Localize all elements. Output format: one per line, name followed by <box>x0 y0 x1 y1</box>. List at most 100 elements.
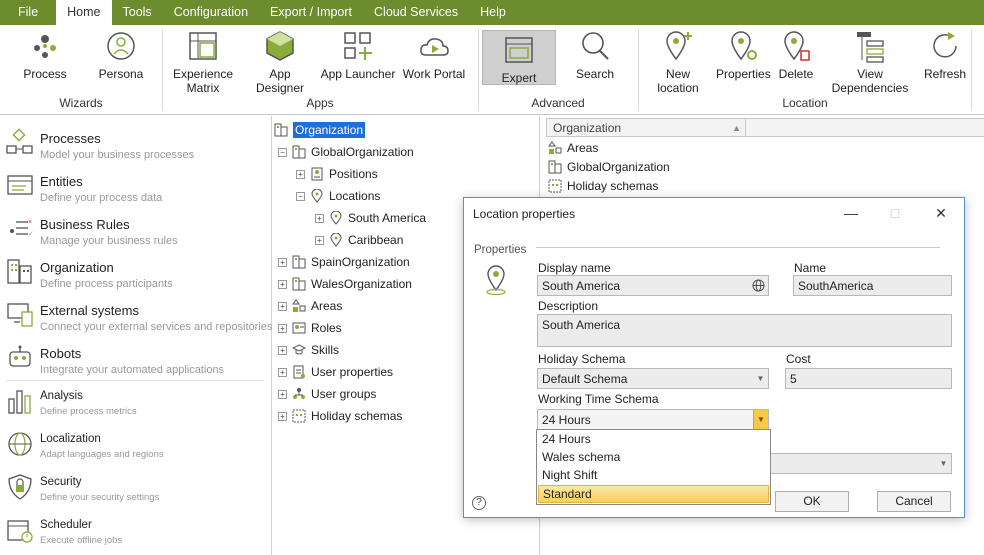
areas-icon <box>292 299 306 312</box>
menu-file[interactable]: File <box>0 0 56 25</box>
building-icon <box>292 145 306 159</box>
tree-node-areas[interactable]: + Areas <box>278 296 342 316</box>
name-field[interactable]: SouthAmerica <box>793 275 952 296</box>
menu-cloud-services[interactable]: Cloud Services <box>363 0 469 25</box>
delete-button[interactable]: Delete <box>776 29 816 81</box>
positions-icon <box>311 167 323 181</box>
ok-button[interactable]: OK <box>775 491 849 512</box>
graduation-cap-icon <box>292 344 306 355</box>
search-button[interactable]: Search <box>568 29 622 81</box>
nav-entities[interactable]: Entities Define your process data <box>0 164 272 207</box>
work-portal-button[interactable]: Work Portal <box>402 29 466 81</box>
ribbon-separator <box>971 29 972 111</box>
tree-node-locations[interactable]: − Locations <box>296 186 380 206</box>
view-dependencies-button[interactable]: View Dependencies <box>820 29 920 95</box>
expand-icon[interactable]: + <box>278 323 287 333</box>
tree-node-user-groups[interactable]: + User groups <box>278 384 376 404</box>
nav-robots[interactable]: Robots Integrate your automated applicat… <box>0 336 272 379</box>
menu-tools[interactable]: Tools <box>112 0 163 25</box>
menu-home[interactable]: Home <box>56 0 112 25</box>
new-location-button[interactable]: New location <box>644 29 712 95</box>
process-button[interactable]: Process <box>20 29 70 81</box>
tree-node-south-america[interactable]: + South America <box>315 208 426 228</box>
expand-icon[interactable]: + <box>278 389 287 399</box>
globe-icon[interactable] <box>752 279 765 292</box>
hidden-select-field[interactable]: ▼ <box>770 453 952 474</box>
calendar-grid-icon <box>292 409 306 423</box>
section-divider <box>536 247 940 248</box>
expand-icon[interactable]: + <box>278 301 287 311</box>
dropdown-option[interactable]: 24 Hours <box>538 431 769 449</box>
list-item[interactable]: GlobalOrganization <box>548 157 670 176</box>
expert-button[interactable]: Expert <box>482 30 556 85</box>
nav-scheduler[interactable]: Scheduler Execute offline jobs <box>0 509 272 552</box>
expand-icon[interactable]: + <box>278 257 287 267</box>
organization-icon <box>7 259 32 284</box>
close-icon[interactable]: ✕ <box>926 202 956 224</box>
holiday-schema-select[interactable]: Default Schema ▼ <box>537 368 769 389</box>
nav-business-rules[interactable]: × ✓ Business Rules Manage your business r… <box>0 207 272 250</box>
minimize-icon[interactable]: — <box>836 202 866 224</box>
collapse-icon[interactable]: − <box>278 147 287 157</box>
cost-field[interactable]: 5 <box>785 368 952 389</box>
working-time-schema-select[interactable]: 24 Hours ▼ <box>537 409 769 430</box>
cost-label: Cost <box>786 352 811 366</box>
roles-icon <box>292 322 306 334</box>
tree-node-spain-organization[interactable]: + SpainOrganization <box>278 252 410 272</box>
menu-configuration[interactable]: Configuration <box>163 0 259 25</box>
building-icon <box>292 277 306 291</box>
description-field[interactable]: South America <box>537 314 952 347</box>
dropdown-option[interactable]: Wales schema <box>538 449 769 467</box>
expand-icon[interactable]: + <box>296 169 305 179</box>
persona-button[interactable]: Persona <box>96 29 146 81</box>
dropdown-option-highlighted[interactable]: Standard <box>538 485 769 503</box>
nav-processes[interactable]: Processes Model your business processes <box>0 121 272 164</box>
expand-icon[interactable]: + <box>278 345 287 355</box>
collapse-icon[interactable]: − <box>296 191 305 201</box>
menu-export-import[interactable]: Export / Import <box>259 0 363 25</box>
left-navigation: Processes Model your business processes … <box>0 116 272 555</box>
chevron-down-icon[interactable]: ▼ <box>753 410 768 429</box>
nav-external-systems[interactable]: External systems Connect your external s… <box>0 293 272 336</box>
matrix-icon <box>189 32 217 60</box>
ribbon-group-location: Location <box>782 96 828 110</box>
tree-node-global-organization[interactable]: − GlobalOrganization <box>278 142 414 162</box>
tree-node-skills[interactable]: + Skills <box>278 340 339 360</box>
cancel-button[interactable]: Cancel <box>877 491 951 512</box>
app-designer-button[interactable]: App Designer <box>244 29 316 95</box>
app-launcher-button[interactable]: App Launcher <box>320 29 396 81</box>
tree-node-roles[interactable]: + Roles <box>278 318 342 338</box>
tree-node-holiday-schemas[interactable]: + Holiday schemas <box>278 406 402 426</box>
menu-help[interactable]: Help <box>469 0 517 25</box>
chevron-down-icon[interactable]: ▼ <box>753 369 768 388</box>
properties-button[interactable]: Properties <box>716 29 771 81</box>
expand-icon[interactable]: + <box>315 235 324 245</box>
nav-localization[interactable]: Localization Adapt languages and regions <box>0 423 272 466</box>
nav-organization[interactable]: Organization Define process participants <box>0 250 272 293</box>
tree-node-user-properties[interactable]: + User properties <box>278 362 393 382</box>
column-header-organization[interactable]: Organization ▲ <box>546 118 746 137</box>
tree-node-organization[interactable]: Organization <box>274 120 366 140</box>
expand-icon[interactable]: + <box>278 279 287 289</box>
dropdown-option[interactable]: Night Shift <box>538 467 769 485</box>
nav-security[interactable]: Security Define your security settings <box>0 466 272 509</box>
list-item[interactable]: Areas <box>548 138 598 157</box>
display-name-field[interactable]: South America <box>537 275 769 296</box>
building-icon <box>548 160 562 173</box>
experience-matrix-button[interactable]: Experience Matrix <box>172 29 234 95</box>
tree-node-caribbean[interactable]: + Caribbean <box>315 230 403 250</box>
calendar-icon <box>7 520 33 543</box>
expand-icon[interactable]: + <box>278 411 287 421</box>
maximize-icon[interactable]: □ <box>880 202 910 224</box>
process-icon <box>34 35 56 58</box>
chevron-down-icon[interactable]: ▼ <box>936 454 951 473</box>
list-item[interactable]: Holiday schemas <box>548 176 658 195</box>
tree-node-positions[interactable]: + Positions <box>296 164 378 184</box>
expand-icon[interactable]: + <box>278 367 287 377</box>
expand-icon[interactable]: + <box>315 213 324 223</box>
refresh-button[interactable]: Refresh <box>924 29 966 81</box>
delete-location-icon <box>784 31 810 61</box>
nav-analysis[interactable]: Analysis Define process metrics <box>0 380 272 423</box>
help-icon[interactable]: ? <box>472 496 486 510</box>
tree-node-wales-organization[interactable]: + WalesOrganization <box>278 274 412 294</box>
